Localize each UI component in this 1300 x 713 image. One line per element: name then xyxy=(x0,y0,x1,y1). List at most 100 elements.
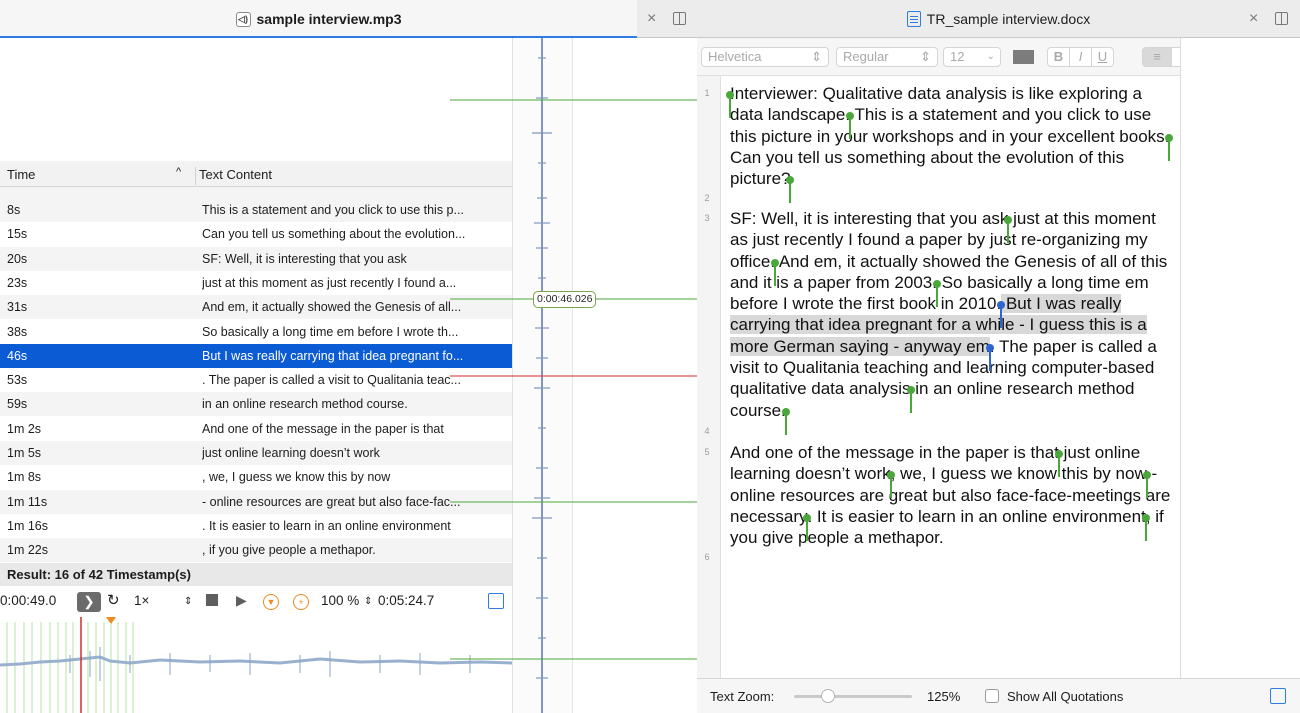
row-time: 59s xyxy=(7,397,28,412)
zoom-value: 125% xyxy=(927,689,961,704)
table-row[interactable]: 31s And em, it actually showed the Genesi… xyxy=(0,295,512,320)
volume-stepper-icon[interactable]: ⇕ xyxy=(364,596,372,607)
marker-down-icon[interactable]: ▼ xyxy=(263,594,279,610)
tab-audio[interactable]: ◁) sample interview.mp3 xyxy=(0,0,637,38)
font-value: Helvetica xyxy=(708,49,762,64)
row-time: 1m 22s xyxy=(7,543,48,558)
speed-value[interactable]: 1× xyxy=(134,593,149,608)
quotation-margin xyxy=(1180,38,1300,678)
italic-button[interactable]: I xyxy=(1069,47,1092,67)
row-time: 1m 11s xyxy=(7,494,48,509)
col-header-time[interactable]: Time xyxy=(7,167,35,182)
table-row[interactable]: 8s This is a statement and you click to u… xyxy=(0,198,512,222)
row-time: 53s xyxy=(7,373,28,388)
row-time: 46s xyxy=(7,348,28,363)
line-number-gutter xyxy=(697,76,721,678)
result-count: Result: 16 of 42 Timestamp(s) xyxy=(0,563,512,586)
table-row[interactable]: 15s Can you tell us something about the e… xyxy=(0,222,512,246)
tab-document[interactable]: TR_sample interview.docx × xyxy=(697,0,1300,38)
row-time: 15s xyxy=(7,227,28,242)
table-header: Time ^ Text Content xyxy=(0,161,512,187)
text-zoom-label: Text Zoom: xyxy=(710,689,775,704)
speed-stepper-icon[interactable]: ⇕ xyxy=(184,596,192,607)
document-icon xyxy=(906,11,921,27)
table-row[interactable]: 1m 16s. It is easier to learn in an onli… xyxy=(0,514,512,538)
row-time: 38s xyxy=(7,324,28,339)
overview-waveform[interactable] xyxy=(0,617,512,713)
line-number: 6 xyxy=(704,552,710,562)
zoom-slider-track[interactable] xyxy=(794,695,912,698)
row-time: 1m 8s xyxy=(7,470,42,485)
quote-text: SF: Well, it is interesting that you ask xyxy=(730,209,1009,228)
split-view-icon[interactable] xyxy=(1275,12,1288,25)
quote-text: , we, I guess we know this by now xyxy=(890,464,1147,484)
partial-row xyxy=(0,187,512,198)
close-audio-tab-button[interactable]: × xyxy=(647,0,656,38)
table-row[interactable]: 38s So basically a long time em before I … xyxy=(0,320,512,344)
tab-separator-area: × xyxy=(637,0,697,38)
paragraph-5[interactable]: And one of the message in the paper is t… xyxy=(730,442,1178,548)
volume-value[interactable]: 100 % xyxy=(321,593,359,608)
play-button[interactable]: ▶ xyxy=(236,592,247,609)
sort-asc-icon[interactable]: ^ xyxy=(176,166,181,178)
row-time: 1m 5s xyxy=(7,446,42,460)
table-row[interactable]: 1m 8s, we, I guess we know this by now xyxy=(0,465,512,489)
paragraph-1[interactable]: Interviewer: Qualitative data analysis i… xyxy=(726,83,1178,204)
table-row[interactable]: 20s SF: Well, it is interesting that you … xyxy=(0,246,512,271)
link-lines xyxy=(450,99,697,660)
row-time: 23s xyxy=(7,275,28,290)
timestamp-bubble[interactable]: 0:00:46.026 xyxy=(533,291,597,308)
chevron-down-icon: ⌄ xyxy=(986,51,995,62)
style-value: Regular xyxy=(843,49,889,64)
align-left-button[interactable]: ≡ xyxy=(1142,47,1172,67)
table-row[interactable]: 1m 22s, if you give people a methapor. xyxy=(0,538,512,563)
close-document-tab-button[interactable]: × xyxy=(1249,0,1258,38)
text-color-swatch[interactable] xyxy=(1013,50,1034,64)
bold-button[interactable]: B xyxy=(1047,47,1070,67)
line-number: 1 xyxy=(704,88,710,98)
chevron-updown-icon: ⇕ xyxy=(920,49,931,64)
duration: 0:05:24.7 xyxy=(378,593,435,608)
show-all-checkbox[interactable] xyxy=(985,689,999,703)
row-time: 1m 16s xyxy=(7,518,48,533)
table-row[interactable]: 1m 2s And one of the message in the paper… xyxy=(0,417,512,441)
line-number: 5 xyxy=(704,447,710,457)
split-view-icon[interactable] xyxy=(673,12,686,25)
sidebar-toggle-icon[interactable] xyxy=(1270,688,1286,704)
column-divider[interactable] xyxy=(195,167,196,185)
stop-button[interactable] xyxy=(206,594,218,606)
quote-text: And one of the message in the paper is t… xyxy=(730,443,1059,462)
size-value: 12 xyxy=(950,49,965,64)
line-number: 4 xyxy=(704,426,710,436)
table-top-empty xyxy=(0,38,512,161)
audio-file-icon: ◁) xyxy=(235,11,251,27)
marker-add-icon[interactable]: + xyxy=(293,594,309,610)
document-status-bar: Text Zoom: 125% Show All Quotations xyxy=(697,678,1300,713)
rewind-icon[interactable]: ↻ xyxy=(107,591,120,609)
zoom-slider-thumb[interactable] xyxy=(821,689,835,703)
forward-button[interactable]: ❯ xyxy=(77,592,101,612)
underline-button[interactable]: U xyxy=(1091,47,1114,67)
row-time: 20s xyxy=(7,251,28,266)
font-select[interactable]: Helvetica ⇕ xyxy=(701,47,829,67)
row-time: 1m 2s xyxy=(7,421,42,436)
line-number: 2 xyxy=(704,193,710,203)
paragraph-3[interactable]: SF: Well, it is interesting that you ask… xyxy=(730,208,1178,435)
tab-audio-title: sample interview.mp3 xyxy=(256,11,402,27)
size-select[interactable]: 12 ⌄ xyxy=(943,47,1001,67)
table-row[interactable]: 1m 11s - online resources are great but a… xyxy=(0,489,512,514)
current-time: 0:00:49.0 xyxy=(0,593,57,608)
table-row[interactable]: 46s But I was really carrying that idea p… xyxy=(0,343,512,368)
table-row[interactable]: 1m 5s just online learning doesn’t work xyxy=(0,441,512,465)
col-header-text[interactable]: Text Content xyxy=(199,167,272,182)
show-all-label[interactable]: Show All Quotations xyxy=(1007,689,1123,704)
transport-controls: 0:00:49.0 ❯ ↻ 1× ⇕ ▶ ▼ + 100 % ⇕ 0:05:24… xyxy=(0,587,512,617)
table-row[interactable]: 23s just at this moment as just recently … xyxy=(0,271,512,295)
table-row[interactable]: 53s. The paper is called a visit to Qual… xyxy=(0,368,512,392)
row-time: 8s xyxy=(7,203,21,217)
line-number: 3 xyxy=(704,213,710,223)
tab-document-title: TR_sample interview.docx xyxy=(926,11,1091,27)
style-select[interactable]: Regular ⇕ xyxy=(836,47,938,67)
table-row[interactable]: 59s in an online research method course. xyxy=(0,392,512,417)
row-time: 31s xyxy=(7,300,28,315)
